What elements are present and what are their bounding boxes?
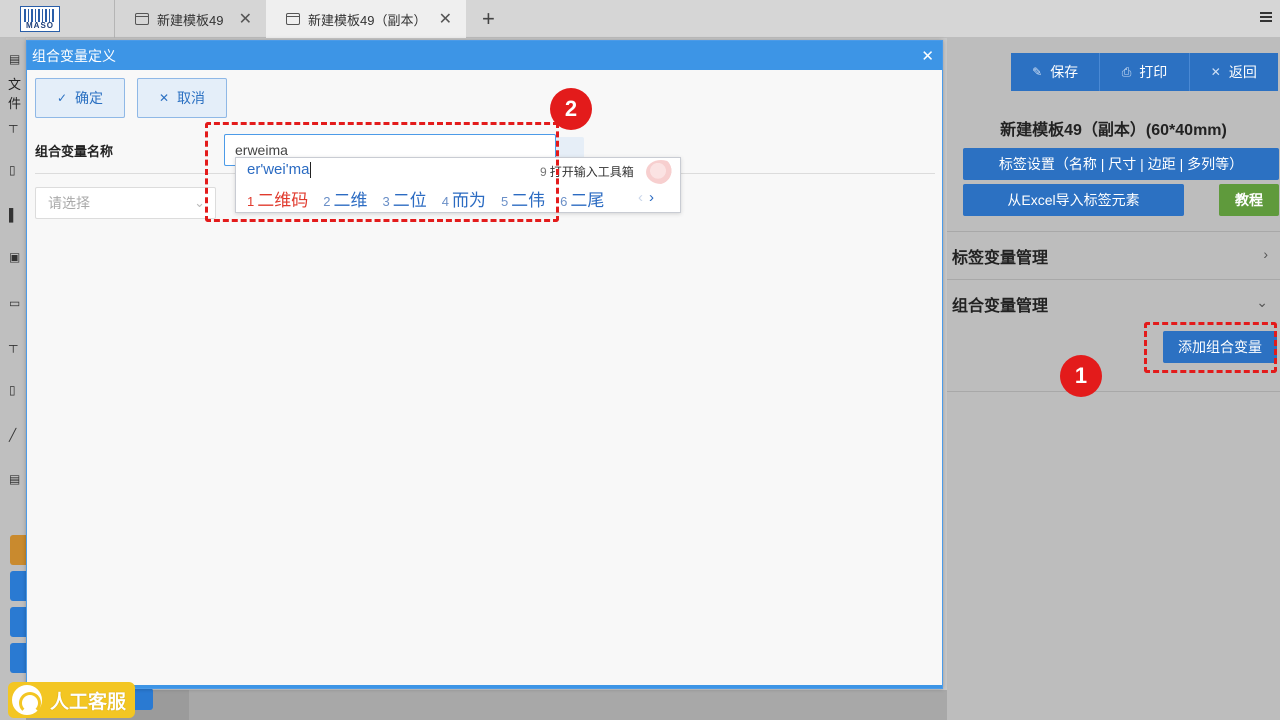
dialog-title: 组合变量定义 bbox=[32, 47, 116, 64]
tab-label: 新建模板49 bbox=[157, 12, 224, 28]
variable-name-label: 组合变量名称 bbox=[35, 144, 114, 159]
annotation-badge-2: 2 bbox=[550, 88, 592, 130]
document-icon[interactable]: ▤ bbox=[9, 52, 20, 66]
annotation-highlight-1 bbox=[1144, 322, 1277, 373]
tab-template-49[interactable]: 新建模板49 ✕ bbox=[114, 0, 266, 38]
combo-variable-section[interactable]: 组合变量管理 ⌄ bbox=[947, 279, 1280, 327]
tool-icon[interactable]: ▌ bbox=[9, 208, 18, 222]
sidebar-blue-button[interactable] bbox=[10, 643, 26, 673]
confirm-label: 确定 bbox=[75, 90, 104, 106]
right-panel: ✎ 保存 ⎙ 打印 ✕ 返回 新建模板49（副本）(60*40mm) 标签设置（… bbox=[947, 38, 1280, 720]
section-title: 标签变量管理 bbox=[952, 249, 1049, 267]
action-button-group: ✎ 保存 ⎙ 打印 ✕ 返回 bbox=[1011, 53, 1278, 91]
tool-icon[interactable]: ▭ bbox=[9, 296, 20, 310]
save-button[interactable]: ✎ 保存 bbox=[1011, 53, 1101, 91]
dialog-header: 组合变量定义 ✕ bbox=[27, 41, 942, 70]
printer-icon: ⎙ bbox=[1121, 64, 1132, 79]
label-variable-section[interactable]: 标签变量管理 › bbox=[947, 231, 1280, 279]
close-tab-icon[interactable]: ✕ bbox=[439, 9, 452, 29]
close-icon: ✕ bbox=[158, 91, 170, 105]
tool-icon[interactable]: ▯ bbox=[9, 163, 16, 177]
app-logo: MASO bbox=[20, 6, 60, 32]
confirm-button[interactable]: ✓ 确定 bbox=[35, 78, 125, 118]
chevron-right-icon[interactable]: › bbox=[649, 189, 654, 206]
close-icon[interactable]: ✕ bbox=[921, 47, 934, 65]
ime-candidate[interactable]: 6 二尾 bbox=[560, 186, 604, 211]
check-icon: ✓ bbox=[56, 91, 68, 105]
sidebar-orange-button[interactable] bbox=[10, 535, 26, 565]
variable-select[interactable]: 请选择 ⌄ bbox=[35, 187, 216, 219]
section-title: 组合变量管理 bbox=[952, 297, 1049, 315]
customer-service-button[interactable]: 人工客服 bbox=[8, 682, 135, 718]
candidate-number: 6 bbox=[560, 194, 568, 209]
label-settings-button[interactable]: 标签设置（名称 | 尺寸 | 边距 | 多列等） bbox=[963, 148, 1279, 180]
tool-icon[interactable]: ▤ bbox=[9, 472, 20, 486]
add-tab-button[interactable]: + bbox=[482, 6, 495, 32]
logo-text: MASO bbox=[26, 21, 54, 30]
chevron-down-icon: ⌄ bbox=[194, 195, 205, 210]
back-label: 返回 bbox=[1228, 64, 1257, 80]
sidebar-file-label[interactable]: 文件 bbox=[8, 74, 26, 112]
headset-icon bbox=[10, 683, 44, 717]
tool-icon[interactable]: ┬ bbox=[9, 338, 18, 352]
ime-logo-icon bbox=[646, 160, 676, 184]
select-placeholder: 请选择 bbox=[48, 195, 90, 211]
cancel-label: 取消 bbox=[177, 90, 206, 106]
tool-icon[interactable]: ╱ bbox=[9, 428, 16, 442]
dialog-bottom-border bbox=[27, 685, 942, 688]
tool-icon[interactable]: ┬ bbox=[9, 118, 18, 132]
edit-icon: ✎ bbox=[1032, 65, 1043, 79]
tab-bar: MASO 新建模板49 ✕ 新建模板49（副本） ✕ + bbox=[0, 0, 1280, 38]
toolbox-label: 打开输入工具箱 bbox=[549, 165, 634, 179]
candidate-text: 二尾 bbox=[570, 191, 605, 210]
window-icon bbox=[135, 13, 149, 25]
customer-service-label: 人工客服 bbox=[50, 691, 127, 713]
close-tab-icon[interactable]: ✕ bbox=[239, 9, 252, 29]
annotation-badge-1: 1 bbox=[1060, 355, 1102, 397]
template-title: 新建模板49（副本）(60*40mm) bbox=[1000, 122, 1227, 139]
menu-icon[interactable] bbox=[1260, 12, 1272, 22]
excel-import-button[interactable]: 从Excel导入标签元素 bbox=[963, 184, 1184, 216]
chevron-right-icon: › bbox=[1263, 246, 1268, 262]
divider bbox=[947, 391, 1280, 392]
chevron-left-icon[interactable]: ‹ bbox=[638, 189, 643, 206]
tool-icon[interactable]: ▣ bbox=[9, 250, 20, 264]
tab-template-49-copy[interactable]: 新建模板49（副本） ✕ bbox=[266, 0, 466, 38]
tab-label: 新建模板49（副本） bbox=[308, 12, 427, 28]
print-label: 打印 bbox=[1139, 64, 1168, 80]
tutorial-button[interactable]: 教程 bbox=[1219, 184, 1279, 216]
canvas-strip bbox=[189, 690, 947, 720]
ime-page-arrows: ‹ › bbox=[638, 189, 654, 206]
sidebar-blue-button[interactable] bbox=[10, 607, 26, 637]
save-label: 保存 bbox=[1050, 64, 1079, 80]
print-button[interactable]: ⎙ 打印 bbox=[1100, 53, 1190, 91]
chevron-down-icon: ⌄ bbox=[1256, 294, 1268, 310]
window-icon bbox=[286, 13, 300, 25]
cancel-button[interactable]: ✕ 取消 bbox=[137, 78, 227, 118]
close-icon: ✕ bbox=[1210, 65, 1221, 79]
canvas-bottom-area bbox=[26, 690, 947, 720]
tool-icon[interactable]: ▯ bbox=[9, 383, 16, 397]
back-button[interactable]: ✕ 返回 bbox=[1189, 53, 1278, 91]
sidebar-blue-button[interactable] bbox=[10, 571, 26, 601]
annotation-highlight-2 bbox=[205, 122, 559, 222]
left-sidebar: ▤ 文件 ┬ ▯ ▌ ▣ ▭ ┬ ▯ ╱ ▤ bbox=[0, 38, 26, 720]
